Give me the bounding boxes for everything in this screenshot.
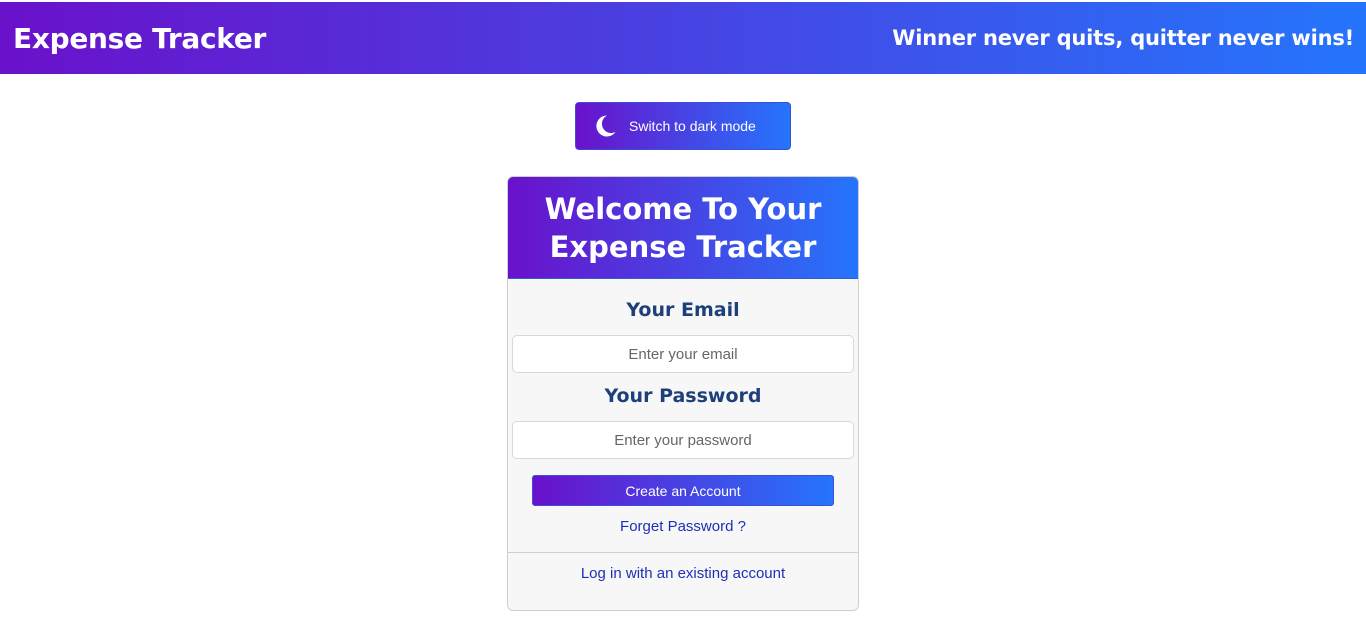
dark-mode-toggle-button[interactable]: Switch to dark mode — [575, 102, 791, 150]
dark-mode-toggle-label: Switch to dark mode — [629, 118, 756, 134]
signup-card: Welcome To Your Expense Tracker Your Ema… — [507, 176, 859, 611]
card-footer: Log in with an existing account — [508, 552, 858, 610]
email-input[interactable] — [512, 335, 854, 373]
login-existing-account-link[interactable]: Log in with an existing account — [581, 565, 785, 610]
brand-title[interactable]: Expense Tracker — [13, 22, 266, 55]
forget-password-link[interactable]: Forget Password ? — [508, 518, 858, 535]
navbar-motto: Winner never quits, quitter never wins! — [892, 26, 1354, 50]
create-account-button[interactable]: Create an Account — [532, 475, 834, 506]
navbar: Expense Tracker Winner never quits, quit… — [0, 2, 1366, 74]
password-input[interactable] — [512, 421, 854, 459]
card-title: Welcome To Your Expense Tracker — [508, 177, 858, 279]
email-label: Your Email — [626, 299, 740, 321]
password-label: Your Password — [604, 385, 762, 407]
moon-icon — [592, 113, 618, 139]
